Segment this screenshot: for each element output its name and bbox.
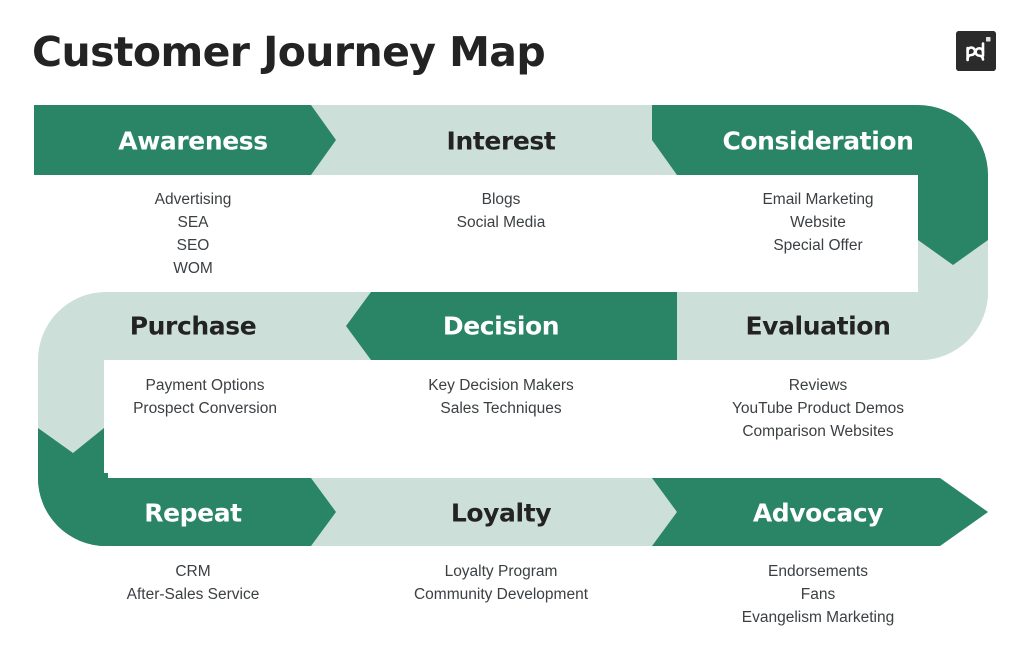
stage-items-interest[interactable]: Blogs Social Media — [457, 188, 546, 234]
stage-item: Loyalty Program — [444, 563, 558, 580]
stage-items-advocacy[interactable]: Endorsements Fans Evangelism Marketing — [742, 560, 894, 629]
stage-item: Endorsements — [768, 563, 868, 580]
stage-items-evaluation[interactable]: Reviews YouTube Product Demos Comparison… — [732, 374, 904, 443]
stage-item: Sales Techniques — [440, 400, 562, 417]
stage-item: After-Sales Service — [126, 586, 260, 603]
stage-items-consideration[interactable]: Email Marketing Website Special Offer — [762, 188, 873, 257]
stage-label-consideration[interactable]: Consideration — [722, 129, 914, 154]
stage-item: Blogs — [481, 191, 521, 208]
stage-label-evaluation[interactable]: Evaluation — [746, 314, 891, 339]
stage-label-advocacy[interactable]: Advocacy — [753, 501, 884, 526]
stage-item: Advertising — [154, 191, 232, 208]
stage-item: WOM — [173, 260, 213, 277]
stage-items-awareness[interactable]: Advertising SEA SEO WOM — [155, 188, 232, 280]
stage-item: Payment Options — [145, 377, 265, 394]
stage-item: Community Development — [413, 586, 589, 603]
stage-label-awareness[interactable]: Awareness — [118, 129, 268, 154]
journey-map-canvas: Customer Journey Map Awareness Interest … — [0, 0, 1024, 657]
stage-item: YouTube Product Demos — [731, 400, 905, 417]
stage-label-loyalty[interactable]: Loyalty — [451, 501, 552, 526]
stage-items-repeat[interactable]: CRM After-Sales Service — [127, 560, 260, 606]
stage-item: Social Media — [456, 214, 546, 231]
stage-item: Key Decision Makers — [428, 377, 574, 394]
stage-label-interest[interactable]: Interest — [447, 129, 556, 154]
stage-item: SEA — [177, 214, 209, 231]
stage-item: Email Marketing — [762, 191, 874, 208]
stage-item: Special Offer — [773, 237, 863, 254]
stage-label-repeat[interactable]: Repeat — [144, 501, 242, 526]
stage-items-purchase[interactable]: Payment Options Prospect Conversion — [133, 374, 277, 420]
stage-item: CRM — [175, 563, 211, 580]
stage-item: Reviews — [788, 377, 848, 394]
stage-item: SEO — [176, 237, 210, 254]
stage-item: Comparison Websites — [742, 423, 894, 440]
stage-label-decision[interactable]: Decision — [443, 314, 560, 339]
left-connector-corner — [38, 478, 106, 546]
stage-label-purchase[interactable]: Purchase — [130, 314, 257, 339]
stage-item: Evangelism Marketing — [741, 609, 895, 626]
stage-item: Prospect Conversion — [133, 400, 277, 417]
stage-items-decision[interactable]: Key Decision Makers Sales Techniques — [428, 374, 574, 420]
stage-item: Fans — [800, 586, 836, 603]
stage-items-loyalty[interactable]: Loyalty Program Community Development — [414, 560, 588, 606]
stage-item: Website — [790, 214, 846, 231]
